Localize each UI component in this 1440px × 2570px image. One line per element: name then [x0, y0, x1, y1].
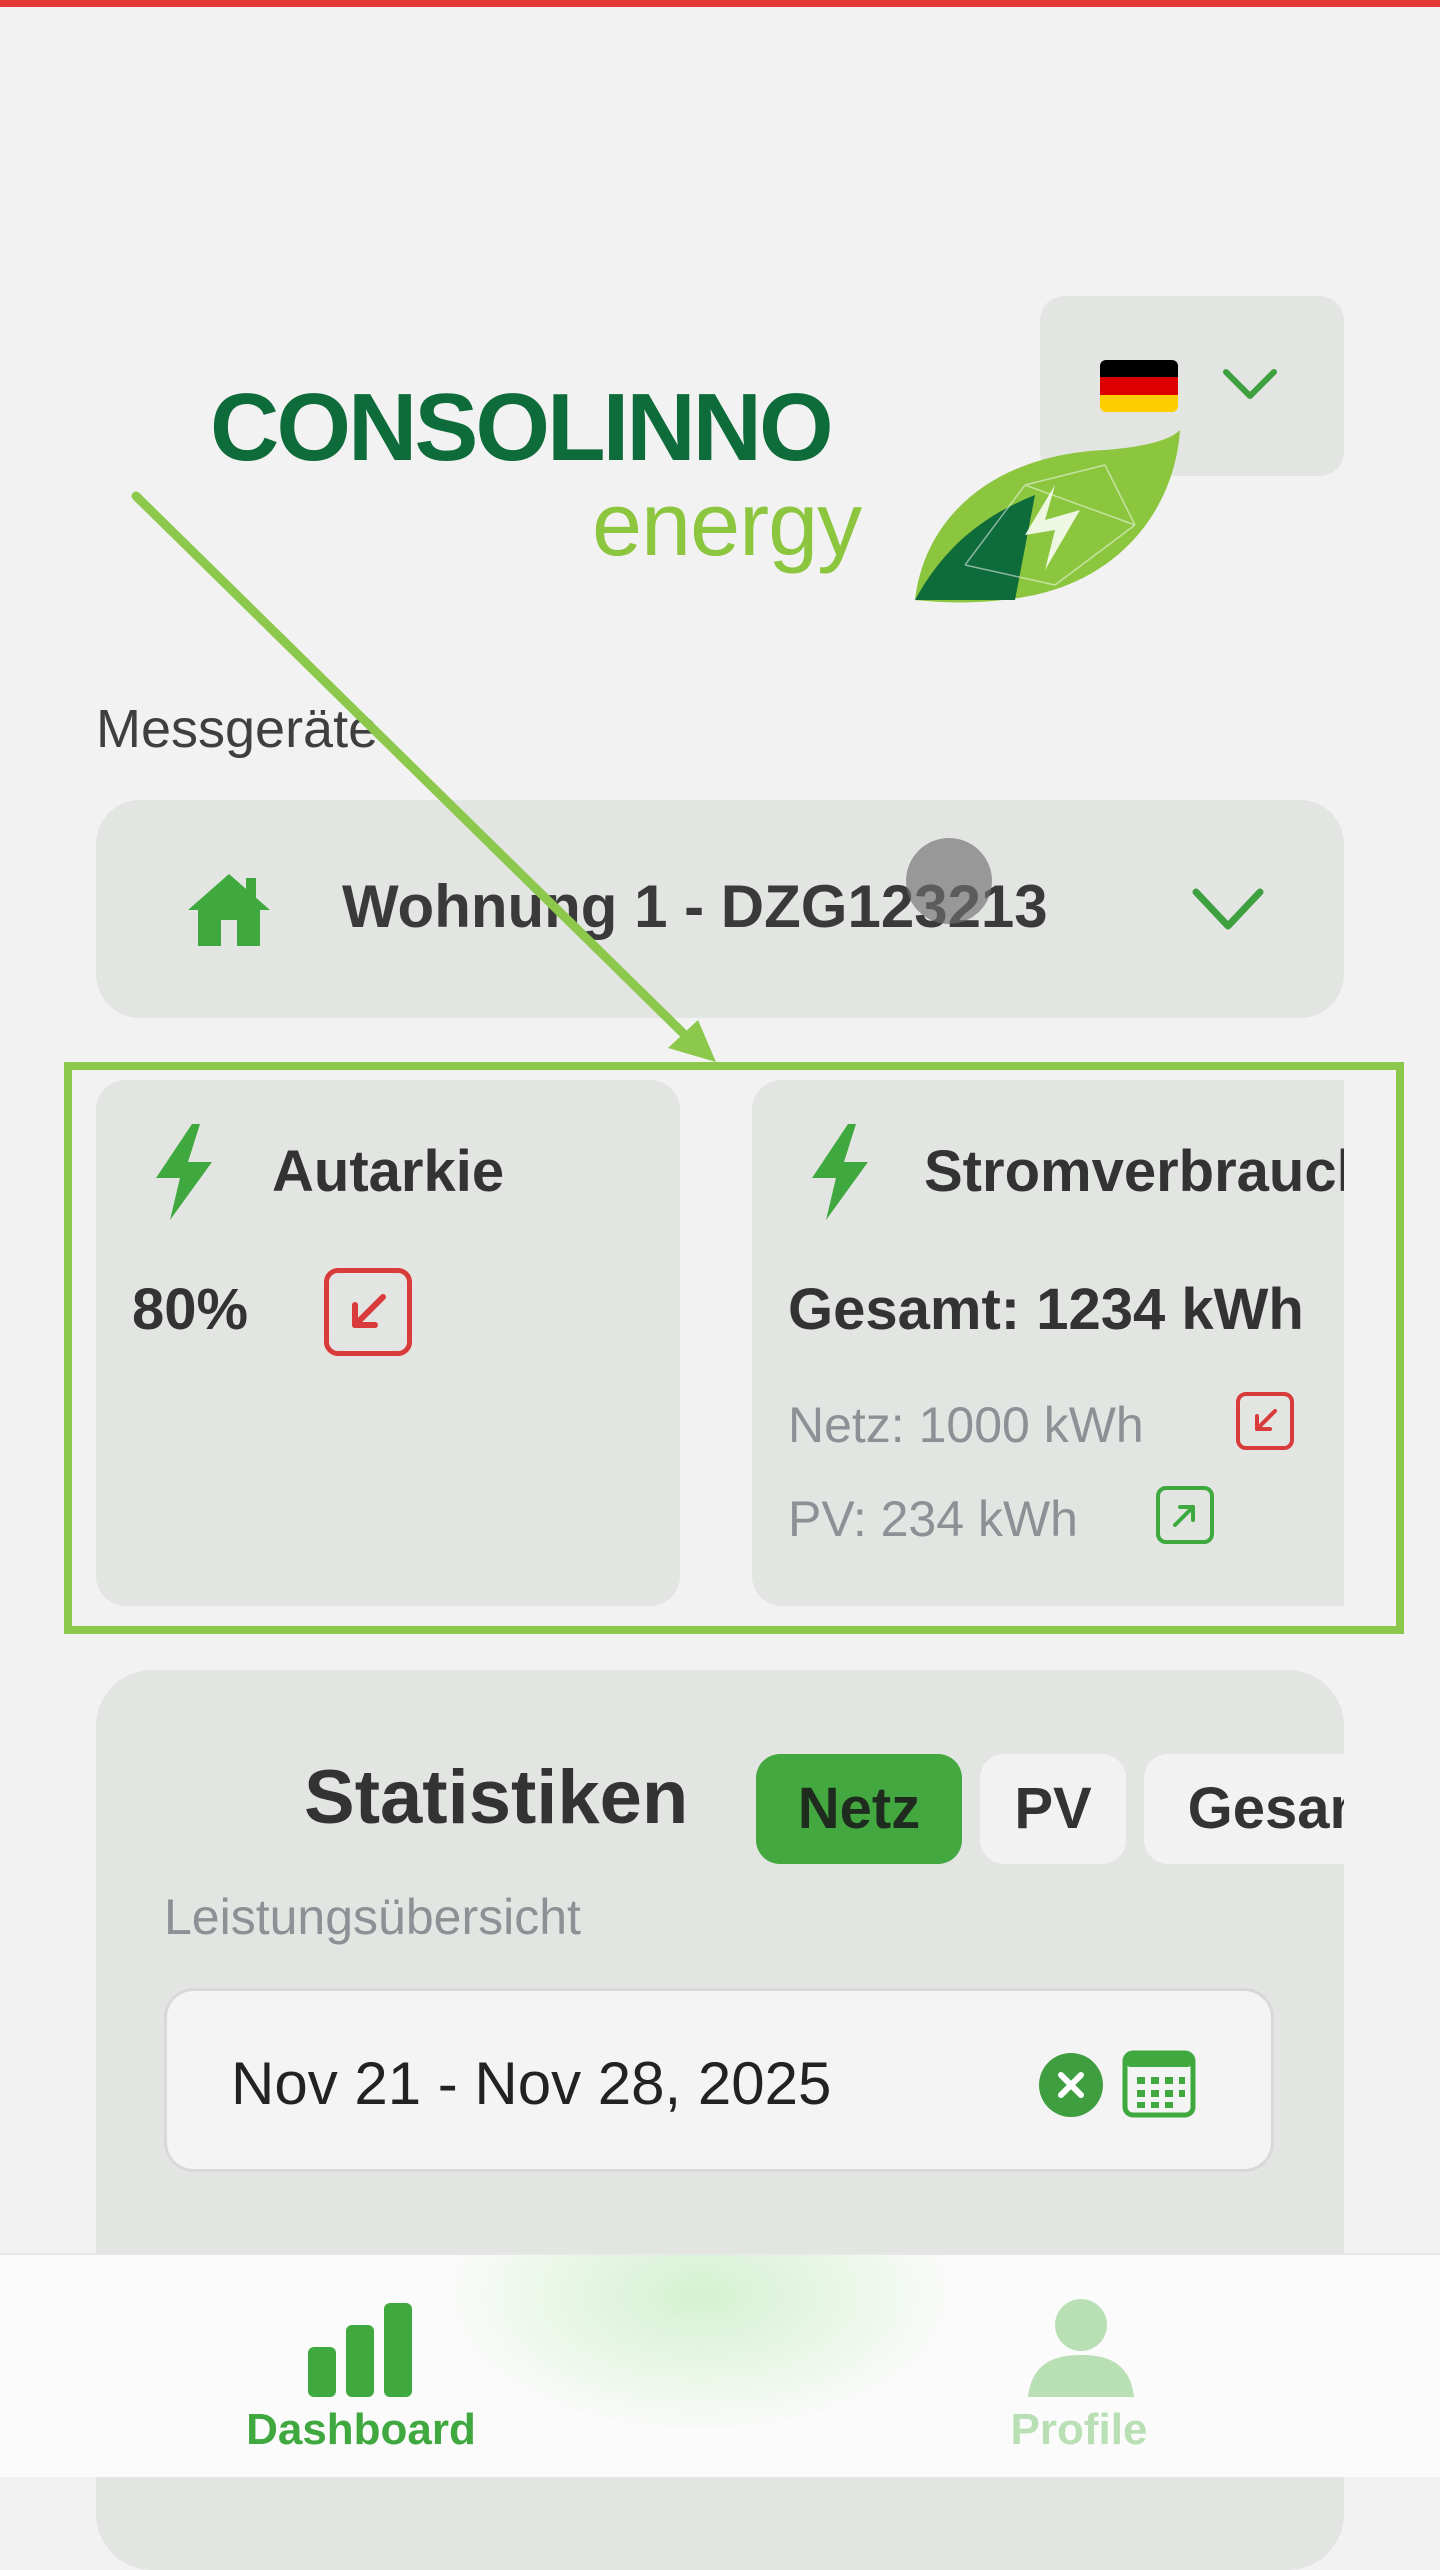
- logo-wordmark-top: CONSOLINNO: [210, 374, 834, 481]
- top-status-stripe: [0, 0, 1440, 7]
- bottom-navigation: Dashboard Profile: [0, 2253, 1440, 2477]
- nav-dashboard[interactable]: Dashboard: [206, 2255, 506, 2477]
- tab-pv[interactable]: PV: [980, 1754, 1126, 1864]
- chevron-down-icon: [1192, 888, 1264, 930]
- consolinno-logo: CONSOLINNO energy: [210, 380, 1200, 610]
- tab-gesamt[interactable]: Gesamt: [1144, 1754, 1344, 1864]
- nav-dashboard-label: Dashboard: [246, 2405, 476, 2454]
- bar-chart-icon: [308, 2303, 412, 2397]
- touch-indicator: [906, 838, 992, 924]
- home-icon: [188, 874, 270, 946]
- chevron-down-icon: [1223, 369, 1277, 399]
- clear-icon[interactable]: [1039, 2053, 1103, 2117]
- nav-profile-label: Profile: [1010, 2405, 1148, 2454]
- device-select[interactable]: Wohnung 1 - DZG123213: [96, 800, 1344, 1018]
- calendar-icon[interactable]: [1121, 2047, 1197, 2119]
- leaf-logo-icon: [915, 430, 1180, 603]
- statistics-tabs: Netz PV Gesamt: [756, 1754, 1344, 1864]
- logo-wordmark-bottom: energy: [592, 475, 862, 575]
- person-icon: [1028, 2299, 1134, 2397]
- date-range-value: Nov 21 - Nov 28, 2025: [231, 2050, 832, 2117]
- date-range-picker[interactable]: Nov 21 - Nov 28, 2025: [164, 1988, 1274, 2172]
- statistics-title: Statistiken: [304, 1755, 689, 1840]
- devices-section-label: Messgeräte: [96, 699, 379, 759]
- annotation-highlight-box: [64, 1062, 1404, 1634]
- nav-profile[interactable]: Profile: [924, 2255, 1224, 2477]
- statistics-subtitle: Leistungsübersicht: [164, 1889, 581, 1945]
- tab-netz[interactable]: Netz: [756, 1754, 962, 1864]
